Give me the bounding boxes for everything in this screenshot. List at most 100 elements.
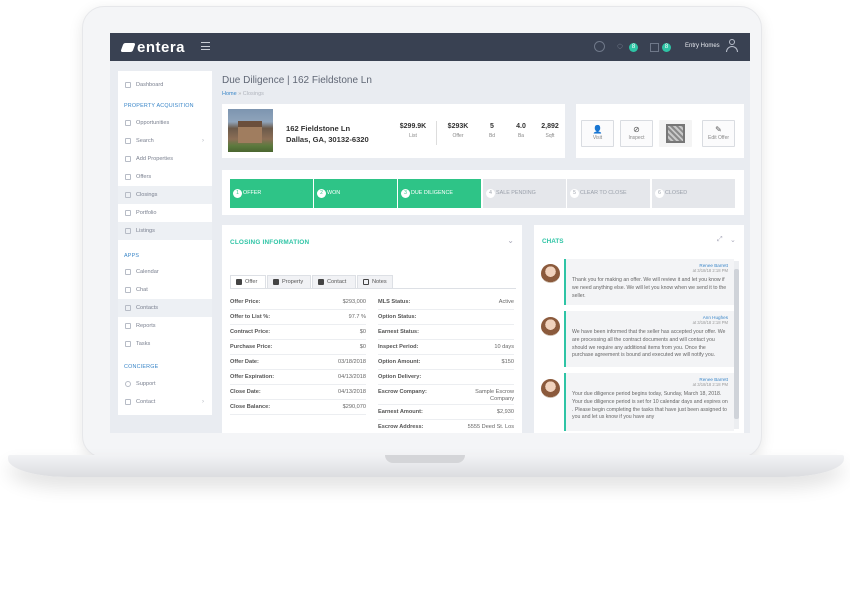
scrollbar-thumb[interactable] [734,269,739,419]
chevron-down-icon[interactable]: ⌄ [507,236,514,245]
tab-contact[interactable]: Contact [312,275,356,289]
property-photo[interactable] [228,109,273,152]
step-sale-pending[interactable]: 4 SALE PENDING [483,179,566,208]
breadcrumb-separator: » [238,91,242,97]
table-row: MLS Status: Active [378,295,514,310]
field-label: Inspect Period: [378,344,419,350]
table-row: Escrow Address: 5555 Deed St. Los [378,420,514,433]
table-row: Earnest Amount: $2,930 [378,405,514,420]
search-icon[interactable] [594,41,605,52]
sidebar-item-search[interactable]: Search › [118,132,212,150]
breadcrumb-home[interactable]: Home [222,91,237,97]
chevron-down-icon[interactable]: ⌄ [730,236,736,244]
step-number: 5 [570,189,579,198]
file-icon [125,192,131,198]
step-offer[interactable]: 1 OFFER [230,179,313,208]
top-bar: entera ◌ 8 8 Entry Homes [110,33,750,61]
tab-label: Property [282,279,304,285]
sidebar-item-label: Dashboard [136,82,164,88]
message-date: at 3/18/18 2:18 PM [692,268,728,273]
field-value: 04/13/2018 [338,389,366,395]
sidebar-item-add-properties[interactable]: Add Properties [118,150,212,168]
sidebar-item-opportunities[interactable]: Opportunities [118,114,212,132]
table-row: Close Date: 04/13/2018 [230,385,366,400]
chat-message: Ann Hughes at 3/18/18 2:18 PM We have be… [564,311,734,367]
expand-icon[interactable]: ⤢ [717,236,723,244]
dashboard-icon [125,82,131,88]
sidebar-item-label: Closings [136,192,158,198]
stat-label: List [409,133,417,139]
field-value: 10 days [494,344,514,350]
breadcrumb-current: Closings [242,91,264,97]
table-row: Earnest Status: [378,325,514,340]
field-value: 03/18/2018 [338,359,366,365]
sidebar-item-contact[interactable]: Contact › [118,393,212,411]
field-label: Offer Date: [230,359,259,365]
edit-offer-button[interactable]: ✎ Edit Offer [702,120,735,147]
chat-message: Renee Barrett at 3/18/18 2:18 PM Thank y… [564,259,734,305]
step-label: WON [327,190,341,196]
menu-icon[interactable] [201,42,210,50]
home-depot-logo-icon [666,124,685,143]
inspect-button[interactable]: ⊘ Inspect [620,120,653,147]
step-clear-to-close[interactable]: 5 CLEAR TO CLOSE [567,179,650,208]
step-number: 4 [486,189,495,198]
step-closed[interactable]: 6 CLOSED [652,179,735,208]
table-row: Option Delivery: [378,370,514,385]
calendar-icon[interactable] [650,43,659,52]
edit-icon: ✎ [715,125,722,134]
chat-icon[interactable]: ◌ [617,41,623,52]
table-row: Contract Price: $0 [230,325,366,340]
table-row: Option Status: [378,310,514,325]
field-label: Option Amount: [378,359,421,365]
user-name[interactable]: Entry Homes [685,43,720,49]
field-label: Earnest Status: [378,329,420,335]
logo[interactable]: entera [120,39,185,56]
sidebar-item-tasks[interactable]: Tasks [118,335,212,353]
step-number: 6 [655,189,664,198]
stat-list: $299.9K List [395,123,431,139]
sidebar-item-label: Opportunities [136,120,170,126]
sidebar-item-label: Contacts [136,305,159,311]
tab-notes[interactable]: Notes [357,275,393,289]
user-avatar-icon[interactable] [726,39,738,53]
sidebar-item-portfolio[interactable]: Portfolio [118,204,212,222]
sidebar-item-chat[interactable]: Chat [118,281,212,299]
page-title: Due Diligence | 162 Fieldstone Ln [222,75,372,86]
sidebar-item-listings[interactable]: Listings [118,222,212,240]
tab-underline [230,288,516,289]
message-text: We have been informed that the seller ha… [572,329,726,359]
field-value: 5555 Deed St. Los [467,424,514,430]
field-label: Offer to List %: [230,314,271,320]
chats-title: CHATS [542,238,564,245]
step-due-diligence[interactable]: 3 DUE DILIGENCE [398,179,481,208]
sidebar-item-reports[interactable]: Reports [118,317,212,335]
tab-offer[interactable]: Offer [230,275,266,289]
tab-property[interactable]: Property [267,275,311,289]
building-icon [273,279,279,285]
step-label: DUE DILIGENCE [411,190,453,196]
sidebar-item-contacts[interactable]: Contacts [118,299,212,317]
sidebar-item-dashboard[interactable]: Dashboard [118,76,212,94]
visit-button[interactable]: 👤 Visit [581,120,614,147]
users-icon [318,279,324,285]
logo-mark-icon [120,43,136,52]
sidebar-item-label: Offers [136,174,152,180]
sidebar-item-label: Contact [136,399,156,405]
sidebar-item-label: Listings [136,228,155,234]
sidebar: Dashboard PROPERTY ACQUISITION Opportuni… [118,71,212,415]
home-depot-button[interactable] [659,120,692,147]
sidebar-item-closings[interactable]: Closings [118,186,212,204]
sidebar-item-calendar[interactable]: Calendar [118,263,212,281]
step-won[interactable]: 2 WON [314,179,397,208]
message-text: Thank you for making an offer. We will r… [572,277,727,299]
sidebar-item-support[interactable]: Support [118,375,212,393]
chevron-right-icon: › [202,138,204,144]
handshake-icon [125,228,131,234]
sidebar-item-offers[interactable]: Offers [118,168,212,186]
step-number: 2 [317,189,326,198]
calendar-icon [125,269,131,275]
check-circle-icon: ⊘ [633,125,640,134]
tag-icon [125,174,131,180]
chat-scrollbar[interactable] [734,261,739,429]
